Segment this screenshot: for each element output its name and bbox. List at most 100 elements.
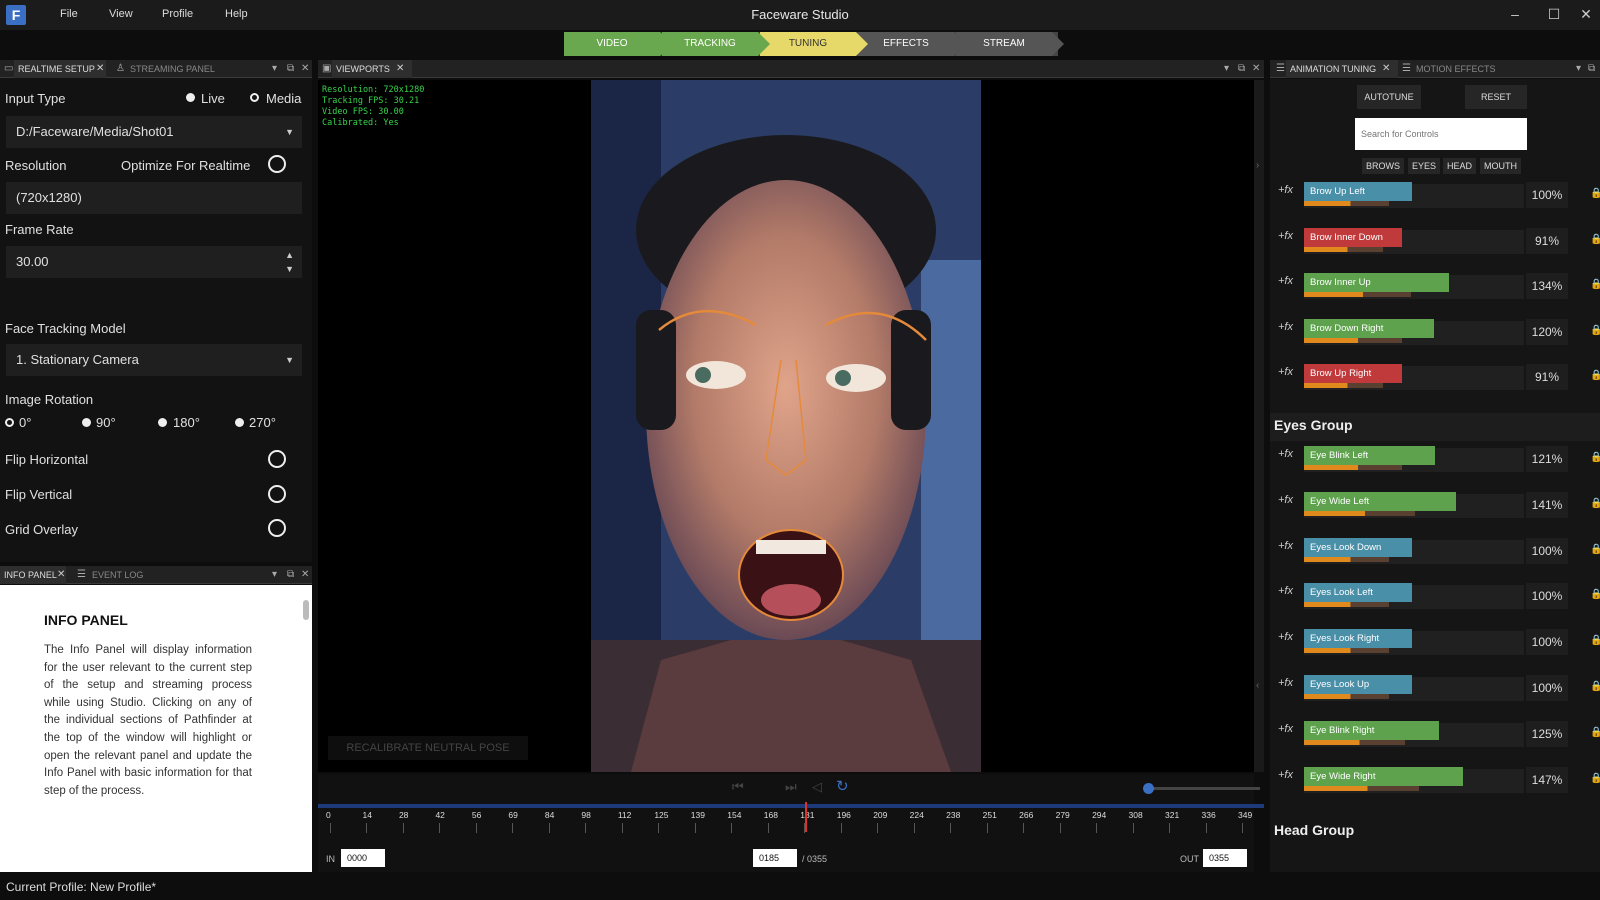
optimize-toggle[interactable] (268, 155, 286, 173)
play-reverse-icon[interactable]: ◁ (812, 779, 822, 795)
close-panel-icon[interactable]: ✕ (301, 569, 309, 580)
dropdown-icon[interactable]: ▾ (1576, 63, 1581, 74)
skip-start-icon[interactable]: ⏮ (732, 779, 744, 795)
group-mouth-button[interactable]: MOUTH (1480, 158, 1521, 174)
tab-realtime-setup[interactable]: REALTIME SETUP (14, 60, 106, 78)
viewport-splitter[interactable] (1254, 80, 1264, 772)
recalibrate-button[interactable]: RECALIBRATE NEUTRAL POSE (328, 736, 528, 760)
control-percent-field[interactable]: 100% (1526, 583, 1568, 610)
dropdown-icon[interactable]: ▾ (272, 63, 277, 74)
out-field[interactable]: 0355 (1203, 849, 1247, 867)
current-frame-field[interactable]: 0185 (753, 849, 797, 867)
fx-button[interactable]: +fx (1278, 631, 1293, 643)
dropdown-icon[interactable]: ▾ (272, 569, 277, 580)
lock-icon[interactable]: 🔒 (1590, 635, 1600, 646)
float-icon[interactable]: ⧉ (287, 569, 294, 580)
control-percent-field[interactable]: 100% (1526, 675, 1568, 701)
control-percent-field[interactable]: 141% (1526, 491, 1568, 518)
pipeline-step-tracking[interactable]: TRACKING (662, 32, 770, 56)
fx-button[interactable]: +fx (1278, 321, 1293, 333)
live-radio[interactable] (186, 93, 195, 102)
pipeline-step-video[interactable]: VIDEO (564, 32, 672, 56)
timeline-ruler[interactable]: 0 14 28 42 56 69 84 98 112 125 139 154 168 181 196 209 2… (318, 810, 1264, 840)
lock-icon[interactable]: 🔒 (1590, 589, 1600, 600)
control-slider-eye-blink-left[interactable]: Eye Blink Left (1304, 446, 1435, 465)
pipeline-step-stream[interactable]: STREAM (956, 32, 1064, 56)
lock-icon[interactable]: 🔒 (1590, 452, 1600, 463)
info-scrollbar[interactable] (303, 600, 309, 620)
control-percent-field[interactable]: 120% (1526, 318, 1568, 345)
fx-button[interactable]: +fx (1278, 723, 1293, 735)
pipeline-step-tuning[interactable]: TUNING (760, 32, 868, 56)
lock-icon[interactable]: 🔒 (1590, 544, 1600, 555)
lock-icon[interactable]: 🔒 (1590, 773, 1600, 784)
lock-icon[interactable]: 🔒 (1590, 681, 1600, 692)
speed-slider-handle[interactable] (1143, 783, 1154, 794)
fx-button[interactable]: +fx (1278, 769, 1293, 781)
control-slider-brow-down-right[interactable]: Brow Down Right (1304, 318, 1434, 338)
close-tab-icon[interactable]: ✕ (396, 63, 404, 74)
speed-slider[interactable] (1146, 787, 1260, 790)
rotation-180-radio[interactable] (158, 418, 167, 427)
close-panel-icon[interactable]: ✕ (1252, 63, 1260, 74)
rotation-270-radio[interactable] (235, 418, 244, 427)
close-tab-icon[interactable]: ✕ (1382, 63, 1390, 74)
collapse-right-icon[interactable]: › (1256, 160, 1259, 171)
fx-button[interactable]: +fx (1278, 540, 1293, 552)
control-percent-field[interactable]: 91% (1526, 227, 1568, 254)
reset-button[interactable]: RESET (1465, 85, 1527, 109)
playhead[interactable] (805, 802, 808, 832)
fx-button[interactable]: +fx (1278, 275, 1293, 287)
flip-horizontal-toggle[interactable] (268, 450, 286, 468)
control-percent-field[interactable]: 147% (1526, 766, 1568, 793)
fx-button[interactable]: +fx (1278, 677, 1293, 689)
in-field[interactable]: 0000 (341, 849, 385, 867)
tab-streaming-panel[interactable]: STREAMING PANEL (126, 60, 215, 78)
control-slider-brow-inner-up[interactable]: Brow Inner Up (1304, 273, 1449, 292)
fx-button[interactable]: +fx (1278, 585, 1293, 597)
minimize-button[interactable]: – (1503, 6, 1527, 22)
collapse-left-icon[interactable]: ‹ (1256, 680, 1259, 691)
control-slider-eyes-look-left[interactable]: Eyes Look Left (1304, 583, 1412, 603)
control-slider-brow-inner-down[interactable]: Brow Inner Down (1304, 227, 1403, 247)
loop-icon[interactable]: ↻ (836, 777, 849, 795)
grid-overlay-toggle[interactable] (268, 519, 286, 537)
group-brows-button[interactable]: BROWS (1362, 158, 1405, 174)
flip-vertical-toggle[interactable] (268, 485, 286, 503)
tracking-model-select[interactable]: 1. Stationary Camera ▼ (6, 344, 302, 376)
lock-icon[interactable]: 🔒 (1590, 234, 1600, 245)
control-slider-eye-wide-right[interactable]: Eye Wide Right (1304, 766, 1463, 786)
autotune-button[interactable]: AUTOTUNE (1357, 85, 1421, 109)
pipeline-step-effects[interactable]: EFFECTS (858, 32, 966, 56)
group-eyes-button[interactable]: EYES (1408, 158, 1441, 174)
control-percent-field[interactable]: 100% (1526, 182, 1568, 208)
tab-motion-effects[interactable]: MOTION EFFECTS (1412, 60, 1496, 78)
maximize-button[interactable]: ☐ (1542, 6, 1566, 23)
search-input[interactable] (1355, 118, 1527, 150)
control-slider-brow-up-left[interactable]: Brow Up Left (1304, 182, 1412, 201)
close-tab-icon[interactable]: ✕ (57, 569, 65, 580)
fx-button[interactable]: +fx (1278, 448, 1293, 460)
control-percent-field[interactable]: 100% (1526, 537, 1568, 564)
float-icon[interactable]: ⧉ (1588, 63, 1595, 74)
frame-rate-field[interactable]: 30.00 ▲ ▼ (6, 246, 302, 278)
control-percent-field[interactable]: 125% (1526, 720, 1568, 747)
stepper-down-icon[interactable]: ▼ (285, 253, 294, 285)
close-panel-icon[interactable]: ✕ (301, 63, 309, 74)
fx-button[interactable]: +fx (1278, 494, 1293, 506)
lock-icon[interactable]: 🔒 (1590, 188, 1600, 199)
control-percent-field[interactable]: 121% (1526, 446, 1568, 472)
float-icon[interactable]: ⧉ (1238, 63, 1245, 74)
rotation-0-radio[interactable] (5, 418, 14, 427)
media-radio[interactable] (250, 93, 259, 102)
rotation-90-radio[interactable] (82, 418, 91, 427)
group-head-button[interactable]: HEAD (1443, 158, 1477, 174)
lock-icon[interactable]: 🔒 (1590, 370, 1600, 381)
control-slider-brow-up-right[interactable]: Brow Up Right (1304, 364, 1403, 383)
control-slider-eyes-look-right[interactable]: Eyes Look Right (1304, 629, 1412, 649)
skip-end-icon[interactable]: ⏭ (785, 779, 797, 795)
control-slider-eye-wide-left[interactable]: Eye Wide Left (1304, 491, 1457, 511)
lock-icon[interactable]: 🔒 (1590, 498, 1600, 509)
close-tab-icon[interactable]: ✕ (96, 63, 104, 74)
fx-button[interactable]: +fx (1278, 184, 1293, 196)
